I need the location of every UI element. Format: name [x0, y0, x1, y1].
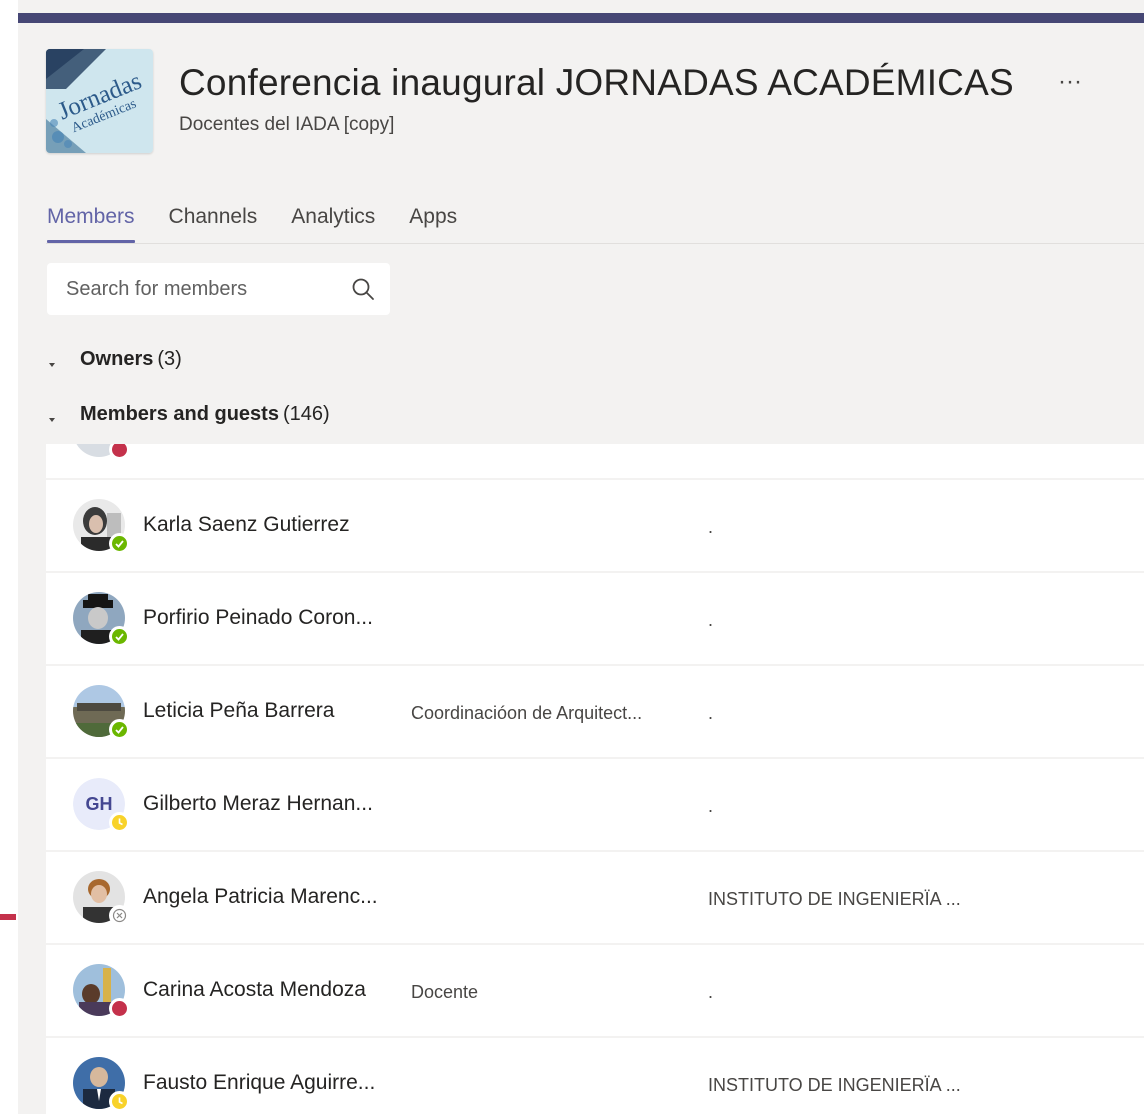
chevron-down-icon — [46, 409, 58, 422]
member-location: . — [708, 517, 714, 537]
member-location: INSTITUTO DE INGENIERÏA ... — [708, 1075, 961, 1095]
member-row[interactable]: GH Gilberto Meraz Hernan... . — [46, 759, 1144, 850]
member-row[interactable]: Porfirio Peinado Coron... . — [46, 573, 1144, 664]
chevron-down-icon — [46, 354, 58, 367]
presence-busy-icon — [109, 998, 130, 1019]
member-location: . — [708, 982, 714, 1002]
presence-away-icon — [109, 812, 130, 833]
team-subtitle: Docentes del IADA [copy] — [179, 114, 395, 135]
member-name: Gilberto Meraz Hernan... — [143, 792, 373, 815]
member-name: Fausto Enrique Aguirre... — [143, 1071, 376, 1094]
group-members-label: Members and guests — [80, 403, 279, 425]
tab-bar: Members Channels Analytics Apps — [47, 205, 491, 245]
team-title: Conferencia inaugural JORNADAS ACADÉMICA… — [179, 62, 1014, 103]
presence-available-icon — [109, 626, 130, 647]
presence-offline-icon — [109, 905, 130, 926]
presence-available-icon — [109, 533, 130, 554]
tabs-divider — [46, 243, 1144, 244]
presence-away-icon — [109, 1091, 130, 1112]
member-location: . — [708, 796, 714, 816]
more-options-icon[interactable]: ··· — [1058, 68, 1082, 96]
left-edge-strip — [0, 0, 18, 1114]
member-row[interactable]: Carina Acosta Mendoza Docente . — [46, 945, 1144, 1036]
left-edge-marker — [0, 914, 16, 920]
group-members-and-guests[interactable]: Members and guests (146) — [46, 403, 330, 426]
tab-channels[interactable]: Channels — [169, 205, 258, 243]
tab-members[interactable]: Members — [47, 205, 135, 243]
search-box — [47, 263, 390, 315]
tab-analytics[interactable]: Analytics — [291, 205, 375, 243]
search-icon[interactable] — [350, 276, 376, 302]
member-row[interactable]: Fausto Enrique Aguirre... INSTITUTO DE I… — [46, 1038, 1144, 1114]
member-name: Angela Patricia Marenc... — [143, 885, 378, 908]
member-list: Karla Saenz Gutierrez . Porfirio Peinado… — [46, 444, 1144, 1114]
member-title: Docente — [411, 982, 479, 1002]
member-location: INSTITUTO DE INGENIERÏA ... — [708, 889, 961, 909]
group-members-count: (146) — [282, 403, 330, 425]
presence-busy-icon — [109, 444, 130, 460]
group-owners[interactable]: Owners (3) — [46, 348, 182, 371]
presence-available-icon — [109, 719, 130, 740]
member-row[interactable]: Karla Saenz Gutierrez . — [46, 480, 1144, 571]
member-title: Coordinacióon de Arquitect... — [411, 703, 643, 723]
member-name: Karla Saenz Gutierrez — [143, 513, 350, 536]
member-name: Porfirio Peinado Coron... — [143, 606, 373, 629]
member-name: Leticia Peña Barrera — [143, 699, 335, 722]
tab-apps[interactable]: Apps — [409, 205, 457, 243]
member-row[interactable]: Angela Patricia Marenc... INSTITUTO DE I… — [46, 852, 1144, 943]
member-location: . — [708, 703, 714, 723]
group-owners-label: Owners — [80, 348, 154, 370]
search-members-input[interactable] — [66, 277, 336, 301]
member-row-partial[interactable] — [46, 444, 1144, 478]
group-owners-count: (3) — [157, 348, 182, 370]
top-accent-bar — [18, 13, 1144, 23]
member-location: . — [708, 610, 714, 630]
teams-manage-team-pane: Jornadas Académicas Conferencia inaugura… — [18, 0, 1144, 1114]
member-row[interactable]: Leticia Peña Barrera Coordinacióon de Ar… — [46, 666, 1144, 757]
team-logo: Jornadas Académicas — [46, 49, 153, 153]
member-name: Carina Acosta Mendoza — [143, 978, 366, 1001]
